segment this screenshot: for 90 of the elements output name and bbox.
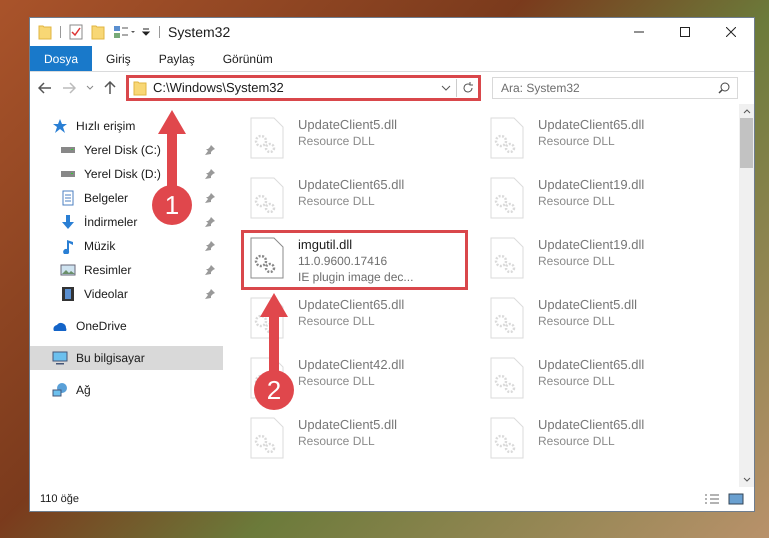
pin-icon (205, 193, 215, 203)
sidebar-item[interactable]: OneDrive (52, 314, 127, 338)
sidebar-item[interactable]: İndirmeler (60, 210, 138, 234)
sidebar-item[interactable]: Müzik (60, 234, 116, 258)
ribbon-tab[interactable]: Görünüm (208, 46, 287, 71)
file-name[interactable]: UpdateClient5.dll (298, 117, 398, 133)
file-name: imgutil.dll (298, 237, 354, 253)
window-title: System32 (168, 22, 230, 42)
file-detail: Resource DLL (298, 373, 376, 389)
document-icon (60, 190, 76, 206)
search-icon[interactable] (718, 82, 730, 94)
properties-icon[interactable] (69, 24, 83, 40)
folder-icon (38, 24, 52, 40)
ribbon-tab[interactable]: Paylaş (144, 46, 209, 71)
pin-icon (205, 241, 215, 251)
folder-icon (133, 80, 147, 96)
details-view-icon[interactable] (704, 493, 720, 505)
search-field[interactable]: Ara: System32 (492, 77, 738, 99)
sidebar-item[interactable]: Bu bilgisayar (52, 346, 145, 370)
file-gears-icon (250, 117, 284, 159)
file-name[interactable]: UpdateClient42.dll (298, 357, 404, 373)
close-icon (726, 27, 736, 37)
file-name[interactable]: UpdateClient5.dll (298, 417, 398, 433)
file-detail: Resource DLL (538, 253, 616, 269)
file-gears-icon (490, 357, 524, 399)
sidebar-item[interactable]: Yerel Disk (D:) (60, 162, 161, 186)
file-detail: Resource DLL (298, 313, 376, 329)
pin-icon (205, 145, 215, 155)
file-name[interactable]: UpdateClient65.dll (298, 297, 404, 313)
network-icon (52, 382, 68, 398)
music-note-icon (60, 238, 76, 254)
down-arrow-icon (60, 214, 76, 230)
file-item[interactable]: imgutil.dll 11.0.9600.17416 IE plugin image dec... (241, 230, 468, 290)
refresh-icon[interactable] (462, 82, 474, 94)
file-gears-icon (490, 237, 524, 279)
sidebar-item[interactable]: Hızlı erişim (52, 114, 136, 138)
up-arrow-icon[interactable] (104, 81, 116, 95)
back-arrow-icon[interactable] (38, 82, 52, 94)
file-name[interactable]: UpdateClient19.dll (538, 177, 644, 193)
file-detail: Resource DLL (538, 433, 616, 449)
file-name[interactable]: UpdateClient19.dll (538, 237, 644, 253)
film-icon (60, 286, 76, 302)
file-gears-icon (490, 417, 524, 459)
file-detail: Resource DLL (538, 373, 616, 389)
large-icons-view-icon[interactable] (728, 493, 744, 505)
sidebar-item[interactable]: Ağ (52, 378, 91, 402)
file-name[interactable]: UpdateClient5.dll (538, 297, 638, 313)
drive-icon (60, 171, 76, 177)
sidebar-item[interactable]: Belgeler (60, 186, 128, 210)
picture-icon (60, 262, 76, 278)
chevron-down-icon[interactable] (441, 85, 451, 91)
pin-icon (205, 217, 215, 227)
chevron-down-icon[interactable] (86, 85, 94, 91)
file-name[interactable]: UpdateClient65.dll (538, 417, 644, 433)
file-detail: IE plugin image dec... (298, 269, 414, 285)
pin-icon (205, 289, 215, 299)
file-detail: Resource DLL (298, 133, 376, 149)
file-gears-icon (490, 177, 524, 219)
file-gears-icon (250, 177, 284, 219)
computer-icon (52, 350, 68, 366)
file-detail: Resource DLL (538, 133, 616, 149)
file-detail: Resource DLL (538, 193, 616, 209)
file-detail: Resource DLL (298, 433, 376, 449)
scrollbar[interactable] (739, 104, 754, 487)
star-icon (52, 118, 68, 134)
maximize-icon (680, 27, 690, 37)
file-detail: Resource DLL (298, 193, 376, 209)
scrollbar-thumb[interactable] (740, 118, 753, 168)
status-text: 110 öğe (40, 492, 79, 507)
drive-icon (60, 147, 76, 153)
ribbon-tab[interactable]: Dosya (30, 46, 92, 71)
pin-icon (205, 265, 215, 275)
ribbon-tab[interactable]: Giriş (92, 46, 145, 71)
new-folder-icon (91, 24, 105, 40)
view-options-icon[interactable] (113, 25, 137, 39)
sidebar-item[interactable]: Yerel Disk (C:) (60, 138, 161, 162)
file-name[interactable]: UpdateClient65.dll (538, 117, 644, 133)
file-gears-icon (490, 117, 524, 159)
file-gears-icon (490, 297, 524, 339)
file-name[interactable]: UpdateClient65.dll (538, 357, 644, 373)
sidebar-item[interactable]: Resimler (60, 258, 132, 282)
dropdown-icon[interactable] (141, 27, 151, 37)
pin-icon (205, 169, 215, 179)
address-field[interactable]: C:\Windows\System32 (126, 75, 481, 101)
file-name[interactable]: UpdateClient65.dll (298, 177, 404, 193)
file-detail: Resource DLL (538, 313, 616, 329)
file-gears-icon (250, 417, 284, 459)
sidebar-item[interactable]: Videolar (60, 282, 128, 306)
file-gears-icon (250, 237, 284, 279)
file-detail: 11.0.9600.17416 (298, 253, 388, 269)
